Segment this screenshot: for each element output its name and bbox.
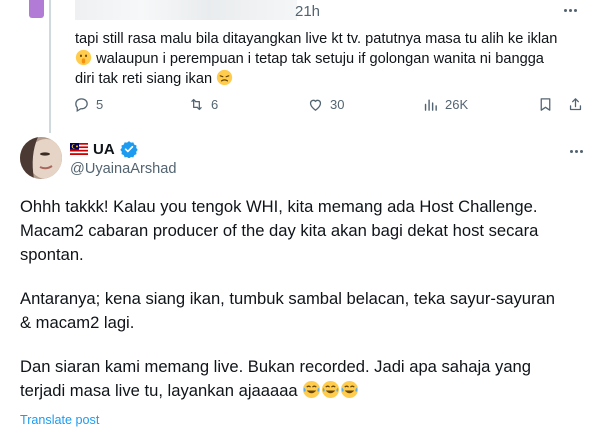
parent-action-bar: 5 6 30 26K: [73, 96, 583, 116]
laughing-crying-emoji: [322, 380, 340, 399]
body-line-last: terjadi masa live tu, layankan ajaaaaa: [20, 379, 590, 403]
verified-badge-icon: [119, 141, 138, 158]
body-line-words: terjadi masa live tu, layankan ajaaaaa: [20, 381, 298, 400]
tired-face-emoji: [217, 69, 233, 86]
malaysia-flag-icon: [70, 143, 88, 155]
avatar-photo: [20, 137, 62, 179]
avatar[interactable]: [20, 137, 62, 179]
laughing-crying-emoji: [341, 380, 359, 399]
body-line: Ohhh takkk! Kalau you tengok WHI, kita m…: [20, 197, 538, 216]
body-line: & macam2 lagi.: [20, 313, 135, 332]
like-button[interactable]: 30: [307, 96, 344, 113]
share-button[interactable]: [567, 96, 584, 113]
redacted-author-header: [75, 0, 297, 20]
more-icon[interactable]: [565, 144, 587, 158]
tweet-body: Ohhh takkk! Kalau you tengok WHI, kita m…: [20, 195, 590, 403]
user-handle[interactable]: @UyainaArshad: [70, 161, 176, 177]
body-line: Dan siaran kami memang live. Bukan recor…: [20, 357, 532, 376]
author-name-row[interactable]: UA: [70, 140, 138, 158]
repost-button[interactable]: 6: [188, 96, 218, 113]
like-count: 30: [330, 97, 345, 112]
parent-text-line-3: diri tak reti siang ikan: [75, 69, 580, 89]
reply-button[interactable]: 5: [73, 96, 103, 113]
parent-text-line-2-words: walaupun i perempuan i tetap tak setuju …: [96, 51, 544, 67]
bookmark-button[interactable]: [537, 96, 554, 113]
display-name[interactable]: UA: [93, 141, 115, 158]
views-button[interactable]: 26K: [422, 96, 468, 113]
parent-tweet-text: tapi still rasa malu bila ditayangkan li…: [75, 29, 580, 89]
shushing-face-emoji: [75, 49, 92, 66]
thread-connector-line: [49, 0, 51, 133]
parent-text-line-1: tapi still rasa malu bila ditayangkan li…: [75, 31, 558, 47]
repost-count: 6: [211, 97, 219, 112]
like-icon: [309, 99, 322, 111]
bookmark-icon: [540, 98, 551, 111]
body-line: Macam2 cabaran producer of the day kita …: [20, 221, 539, 240]
translate-post-link[interactable]: Translate post: [20, 413, 99, 427]
parent-text-line-2: walaupun i perempuan i tetap tak setuju …: [75, 49, 580, 69]
views-count: 26K: [445, 97, 469, 112]
body-line: spontan.: [20, 245, 84, 264]
reply-count: 5: [96, 97, 104, 112]
laughing-crying-emoji: [303, 380, 321, 399]
body-line: Antaranya; kena siang ikan, tumbuk samba…: [20, 289, 555, 308]
share-icon: [569, 98, 582, 111]
repost-icon: [191, 98, 202, 111]
parent-tweet[interactable]: 21h tapi still rasa malu bila ditayangka…: [0, 0, 598, 133]
tweet-timestamp[interactable]: 21h: [295, 3, 320, 20]
parent-avatar[interactable]: [29, 0, 44, 18]
views-icon: [424, 99, 437, 111]
parent-text-line-3-words: diri tak reti siang ikan: [75, 71, 213, 87]
reply-icon: [75, 98, 88, 113]
more-icon[interactable]: [559, 2, 581, 18]
